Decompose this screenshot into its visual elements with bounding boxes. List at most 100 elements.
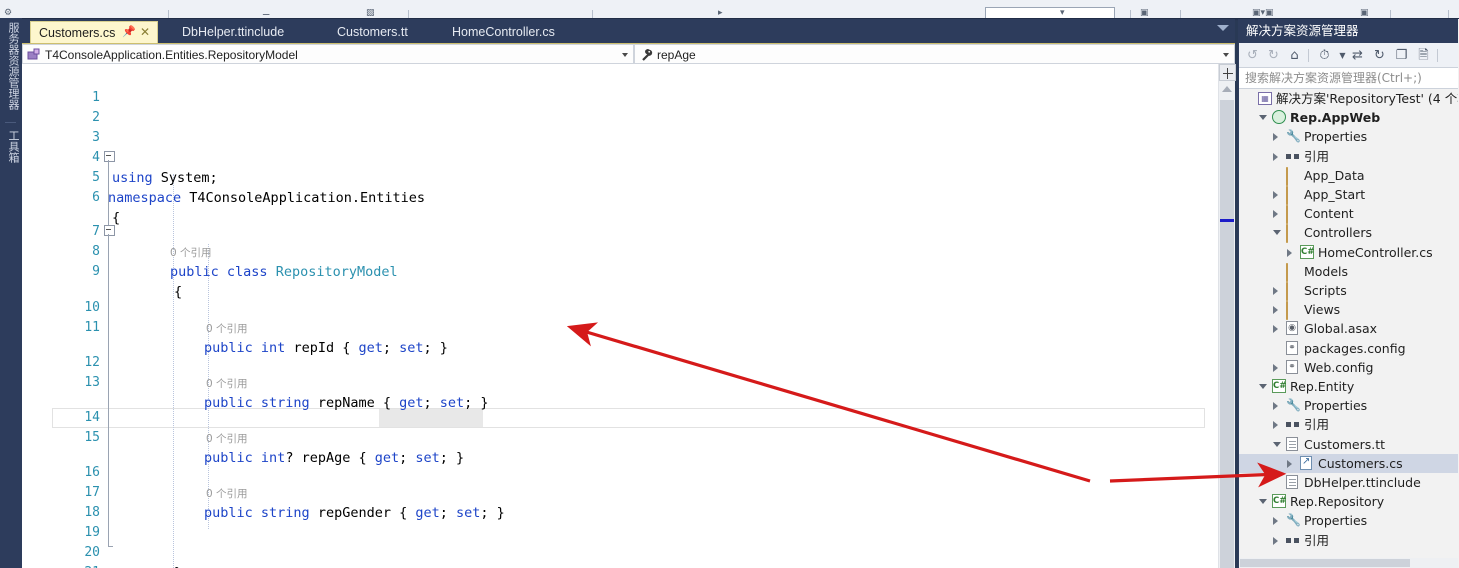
tree-item-Rep.Repository[interactable]: C# Rep.Repository [1239, 492, 1458, 511]
tree-item-Global.asax[interactable]: ◉ Global.asax [1239, 319, 1458, 338]
line-number: 1 [92, 90, 100, 105]
scroll-up-icon[interactable] [1222, 86, 1232, 92]
chevron-right-icon[interactable] [1273, 210, 1278, 219]
main-toolbar-strip[interactable]: ⚙ ⚊ ▧ ▸ ▾ ▣ ▣▾▣ ▣ [0, 0, 1459, 19]
pin-icon[interactable]: 📌 [122, 21, 136, 43]
tree-item-Properties[interactable]: 🔧 Properties [1239, 396, 1458, 415]
forward-icon[interactable]: ↻ [1265, 47, 1282, 64]
properties-icon[interactable]: 🗎 [1415, 47, 1432, 64]
tree-item-Scripts[interactable]: Scripts [1239, 281, 1458, 301]
collapse-all-icon[interactable]: ❐ [1393, 47, 1410, 64]
chevron-down-icon[interactable] [1259, 115, 1267, 121]
tree-item-App_Data[interactable]: App_Data [1239, 166, 1458, 186]
code-editor-surface[interactable]: 1 2 3 4 5 6 7 8 9 10 11 12 13 14 15 16 1… [22, 64, 1235, 568]
tab-homecontroller-cs[interactable]: HomeController.cs [442, 21, 565, 43]
chevron-down-icon[interactable] [622, 53, 628, 57]
editor-vertical-scrollbar[interactable] [1218, 64, 1236, 568]
tree-item-Content[interactable]: Content [1239, 204, 1458, 225]
tree-item-[interactable]: 引用 [1239, 415, 1458, 434]
chevron-down-icon[interactable] [1259, 384, 1267, 389]
line-number: 15 [84, 430, 100, 445]
tab-dbhelper-ttinclude[interactable]: DbHelper.ttinclude [172, 21, 294, 43]
references-icon [1286, 417, 1301, 432]
dock-tab-toolbox[interactable]: 工具箱 [2, 130, 20, 163]
config-file-icon: ⚭ [1286, 340, 1301, 356]
toolbar-separator [1448, 10, 1449, 18]
tree-item-Controllers[interactable]: Controllers [1239, 223, 1458, 244]
chevron-down-icon[interactable] [1273, 230, 1281, 236]
pending-changes-icon[interactable]: ⏱ [1316, 47, 1333, 64]
chevron-right-icon[interactable] [1287, 459, 1292, 468]
chevron-down-icon[interactable] [1223, 53, 1229, 57]
chevron-right-icon[interactable] [1273, 363, 1278, 372]
line-number: 19 [84, 525, 100, 540]
chevron-right-icon[interactable] [1273, 287, 1278, 295]
chevron-right-icon[interactable] [1273, 133, 1278, 142]
chevron-down-icon[interactable] [1259, 499, 1267, 505]
code-text[interactable]: using System; namespace T4ConsoleApplica… [108, 64, 1211, 568]
reference-hint[interactable]: 0 个引用 [206, 487, 248, 501]
chevron-down-icon[interactable] [1273, 441, 1281, 447]
tree-item-[interactable]: 引用 [1239, 531, 1458, 550]
tree-item-Rep.Entity[interactable]: C# Rep.Entity [1239, 377, 1458, 396]
reference-hint[interactable]: 0 个引用 [206, 377, 248, 391]
reference-hint[interactable]: 0 个引用 [170, 246, 212, 260]
type-scope-dropdown[interactable]: T4ConsoleApplication.Entities.Repository… [22, 44, 634, 64]
chevron-right-icon[interactable] [1273, 517, 1278, 526]
tab-customers-tt[interactable]: Customers.tt [327, 21, 418, 43]
tree-item-Rep.AppWeb[interactable]: Rep.AppWeb [1239, 108, 1458, 127]
toolbar-glyph: ⚙ [4, 8, 13, 18]
folder-icon [1286, 301, 1301, 321]
tree-item-Customers.tt[interactable]: Customers.tt [1239, 435, 1458, 454]
tree-item-packages.config[interactable]: ⚭ packages.config [1239, 339, 1458, 358]
chevron-right-icon[interactable] [1273, 191, 1278, 199]
web-project-icon [1272, 110, 1287, 125]
csharp-project-icon: C# [1272, 494, 1287, 509]
chevron-right-icon[interactable] [1273, 325, 1278, 334]
tree-item-HomeController.cs[interactable]: C# HomeController.cs [1239, 243, 1458, 262]
scrollbar-thumb[interactable] [1240, 559, 1410, 567]
line-number-gutter: 1 2 3 4 5 6 7 8 9 10 11 12 13 14 15 16 1… [22, 64, 100, 568]
line-number: 4 [92, 150, 100, 165]
properties-icon: 🔧 [1286, 513, 1301, 528]
toolbar-separator [1180, 10, 1181, 18]
tree-item-Views[interactable]: Views [1239, 300, 1458, 321]
tree-item-label: Global.asax [1304, 321, 1378, 337]
reference-hint[interactable]: 0 个引用 [206, 432, 248, 446]
refresh-icon[interactable]: ↻ [1371, 47, 1388, 64]
folder-open-icon [1286, 224, 1301, 244]
tab-icons: 📌 ✕ [122, 21, 162, 43]
tree-item-App_Start[interactable]: App_Start [1239, 185, 1458, 205]
tree-item-Properties[interactable]: 🔧 Properties [1239, 511, 1458, 530]
tree-item-Properties[interactable]: 🔧 Properties [1239, 127, 1458, 146]
tree-item-label: Properties [1304, 398, 1368, 414]
chevron-right-icon[interactable] [1273, 306, 1278, 315]
scrollbar-thumb[interactable] [1220, 100, 1234, 568]
solution-explorer-hscrollbar[interactable] [1239, 558, 1458, 568]
tree-item-label: Controllers [1304, 225, 1372, 241]
back-icon[interactable]: ↺ [1244, 47, 1261, 64]
solution-explorer-tree[interactable]: ▦ 解决方案'RepositoryTest' (4 个项 Rep.AppWeb 🔧 Pr… [1239, 89, 1458, 568]
code-line-12: public string repName { get; set; } [204, 395, 489, 411]
chevron-right-icon[interactable] [1287, 248, 1292, 257]
tree-item-[interactable]: 引用 [1239, 147, 1458, 166]
member-scope-dropdown[interactable]: repAge [634, 44, 1235, 64]
tree-item-Customers.cs[interactable]: Customers.cs [1239, 453, 1458, 473]
sync-icon[interactable]: ⇄ [1349, 47, 1366, 64]
close-icon[interactable]: ✕ [140, 21, 150, 43]
dock-tab-server-explorer[interactable]: 服务器资源管理器 [2, 22, 20, 110]
tree-item-DbHelper.ttinclude[interactable]: DbHelper.ttinclude [1239, 473, 1458, 492]
tree-item-Web.config[interactable]: ⚭ Web.config [1239, 358, 1458, 377]
solution-explorer-search[interactable]: 搜索解决方案资源管理器(Ctrl+;) [1239, 68, 1458, 89]
split-view-icon[interactable] [1219, 64, 1236, 81]
reference-hint[interactable]: 0 个引用 [206, 322, 248, 336]
folder-icon [1286, 282, 1301, 301]
chevron-right-icon[interactable] [1273, 402, 1278, 411]
tree-item-Models[interactable]: Models [1239, 262, 1458, 282]
home-icon[interactable]: ⌂ [1286, 47, 1303, 64]
tree-item-RepositoryTest4[interactable]: ▦ 解决方案'RepositoryTest' (4 个项 [1239, 89, 1458, 108]
chevron-right-icon[interactable] [1273, 536, 1278, 545]
chevron-down-icon[interactable] [1217, 25, 1229, 31]
chevron-right-icon[interactable] [1273, 421, 1278, 430]
chevron-right-icon[interactable] [1273, 152, 1278, 161]
